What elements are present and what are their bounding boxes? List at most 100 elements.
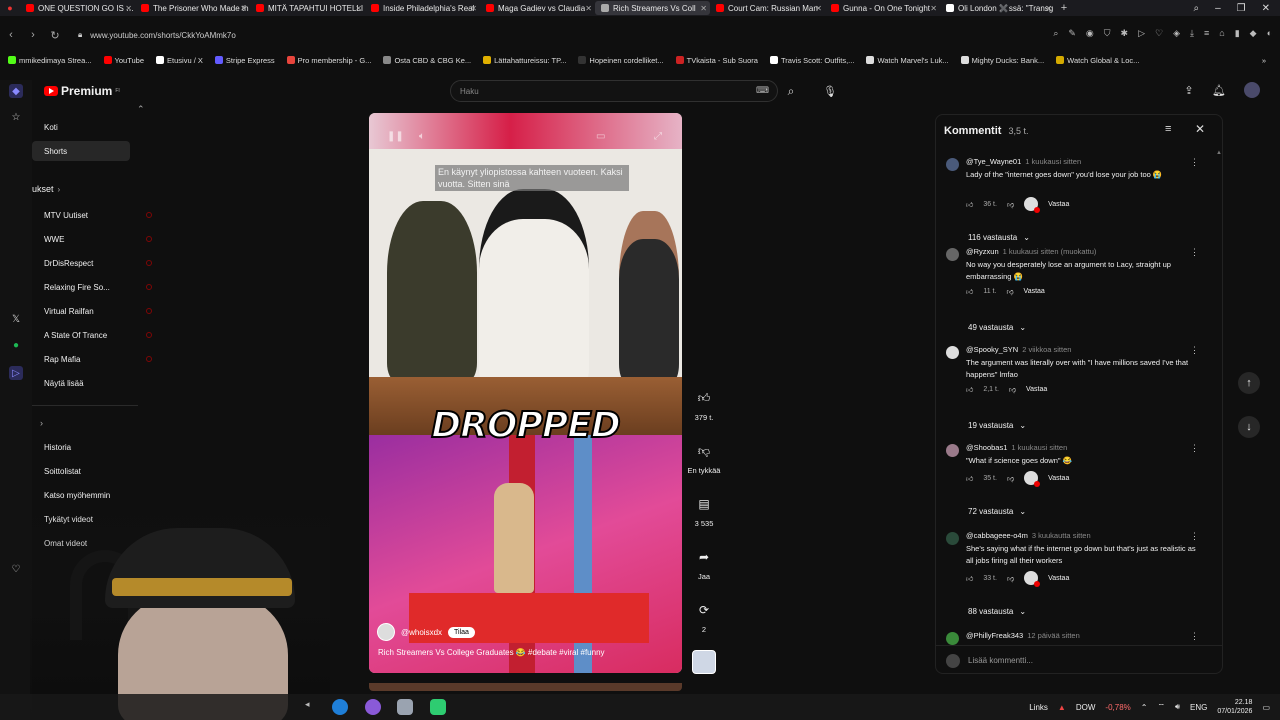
like-button[interactable]: 👍︎ 379 t. bbox=[684, 385, 724, 423]
sidebar-subscription[interactable]: DrDisRespect bbox=[32, 253, 152, 273]
tab-close-icon[interactable]: ✕ bbox=[815, 4, 822, 13]
sidebar-toggle-icon[interactable]: ▮ bbox=[1235, 28, 1240, 39]
comment-avatar[interactable] bbox=[946, 632, 959, 645]
thumbs-down-icon[interactable]: 👎︎ bbox=[1007, 474, 1014, 483]
tab-close-icon[interactable]: ✕ bbox=[355, 4, 362, 13]
url-field[interactable]: 🔒︎ www.youtube.com/shorts/CkkYoAMmk7o bbox=[78, 29, 1198, 41]
sound-thumbnail[interactable] bbox=[692, 650, 716, 674]
heart-icon[interactable]: ♡ bbox=[1155, 28, 1163, 39]
x-icon[interactable]: 𝕏 bbox=[9, 312, 23, 326]
replies-toggle[interactable]: 116 vastausta ⌄ bbox=[968, 233, 1030, 242]
reply-button[interactable]: Vastaa bbox=[1048, 201, 1069, 208]
sidebar-library-item[interactable]: Soittolistat bbox=[32, 461, 130, 481]
captions-icon[interactable]: ▭ bbox=[596, 131, 605, 142]
short-video-player[interactable]: ❚❚ 🔈︎ ▭ ⤢ En käynyt yliopistossa kahteen… bbox=[369, 113, 682, 673]
tab-close-icon[interactable]: ✕ bbox=[930, 4, 937, 13]
bookmarks-overflow-icon[interactable]: » bbox=[1262, 56, 1266, 65]
bookmark-item[interactable]: Watch Global & Loc... bbox=[1056, 56, 1139, 65]
reply-button[interactable]: Vastaa bbox=[1026, 386, 1047, 393]
ticker-name[interactable]: DOW bbox=[1076, 703, 1096, 712]
upload-button[interactable]: ⇪ bbox=[1181, 82, 1197, 98]
bookmark-item[interactable]: Stripe Express bbox=[214, 56, 275, 65]
search-button[interactable]: ⌕ bbox=[778, 80, 804, 102]
comments-button[interactable]: ▤ 3 535 bbox=[684, 491, 724, 528]
comment-avatar[interactable] bbox=[946, 248, 959, 261]
download-icon[interactable]: ⤓ bbox=[1190, 28, 1194, 39]
volume-icon[interactable]: 🔈︎ bbox=[419, 131, 425, 142]
fullscreen-icon[interactable]: ⤢ bbox=[654, 131, 662, 142]
thumbs-down-icon[interactable]: 👎︎ bbox=[1006, 287, 1013, 296]
new-tab-button[interactable]: + bbox=[1055, 2, 1073, 14]
tab-close-icon[interactable]: ✕ bbox=[585, 4, 592, 13]
bookmark-item[interactable]: Travis Scott: Outfits,... bbox=[769, 56, 854, 65]
channel-name[interactable]: @whoisxdx bbox=[401, 628, 442, 637]
share-button[interactable]: ➦ Jaa bbox=[684, 544, 724, 581]
more-options-icon[interactable]: ⋮ bbox=[1190, 345, 1199, 356]
browser-tab[interactable]: Maga Gadiev vs Claudia ✕ bbox=[480, 1, 595, 15]
extension-icon[interactable]: ✱ bbox=[1121, 28, 1129, 39]
opera-icon[interactable] bbox=[365, 699, 381, 715]
tab-close-icon[interactable]: ✕ bbox=[700, 4, 707, 13]
wallet-icon[interactable]: ⌂ bbox=[1219, 28, 1224, 39]
sidebar-subscription[interactable]: A State Of Trance bbox=[32, 325, 152, 345]
tray-chevron-icon[interactable]: ⌃ bbox=[1141, 703, 1148, 712]
bookmark-item[interactable]: Pro membership - G... bbox=[286, 56, 371, 65]
shield-icon[interactable]: ⛉ bbox=[1104, 28, 1111, 39]
heart-icon[interactable]: ♡ bbox=[9, 562, 23, 576]
reload-button[interactable]: ↻ bbox=[44, 29, 66, 42]
tab-close-icon[interactable]: ✕ bbox=[1045, 4, 1052, 13]
thumbs-up-icon[interactable]: 👍︎ bbox=[966, 287, 973, 296]
tab-close-icon[interactable]: ✕ bbox=[240, 4, 247, 13]
sidebar-subscription[interactable]: Virtual Railfan bbox=[32, 301, 152, 321]
play-icon[interactable]: ▷ bbox=[1138, 28, 1145, 39]
bookmark-item[interactable]: YouTube bbox=[103, 56, 144, 65]
bookmark-item[interactable]: Mighty Ducks: Bank... bbox=[960, 56, 1044, 65]
bookmark-item[interactable]: Osta CBD & CBG Ke... bbox=[383, 56, 471, 65]
maximize-button[interactable]: ❐ bbox=[1237, 3, 1246, 14]
keyboard-icon[interactable]: ⌨ bbox=[756, 85, 769, 96]
sidebar-item-shorts[interactable]: Shorts bbox=[32, 141, 130, 161]
spotify-icon[interactable]: ● bbox=[9, 338, 23, 352]
bookmark-item[interactable]: mmikedimaya Strea... bbox=[8, 56, 92, 65]
menu-icon[interactable]: ≡ bbox=[1204, 28, 1209, 39]
clock[interactable]: 22.18 07/01/2026 bbox=[1217, 698, 1252, 716]
browser-tab[interactable]: Oli London ✖️ssä: "Transg ✕ bbox=[940, 1, 1055, 15]
search-tabs-icon[interactable]: ⌕ bbox=[1193, 3, 1199, 14]
chat-app-icon[interactable] bbox=[430, 699, 446, 715]
you-header[interactable]: › bbox=[40, 418, 43, 428]
thumbs-down-icon[interactable]: 👎︎ bbox=[1007, 200, 1014, 209]
assistant-icon[interactable]: ◐ bbox=[1267, 28, 1272, 39]
star-icon[interactable]: ☆ bbox=[9, 110, 23, 124]
comment-author[interactable]: @Ryzxun bbox=[966, 247, 999, 256]
reply-button[interactable]: Vastaa bbox=[1024, 288, 1045, 295]
more-options-icon[interactable]: ⋮ bbox=[1190, 157, 1199, 168]
browser-tab[interactable]: Rich Streamers Vs Coll ✕ bbox=[595, 1, 710, 15]
camera-icon[interactable]: ◉ bbox=[1086, 28, 1094, 39]
voice-search-button[interactable]: 🎙︎ bbox=[819, 80, 841, 102]
sidebar-subscription[interactable]: Rap Mafia bbox=[32, 349, 152, 369]
browser-tab[interactable]: The Prisoner Who Made th ✕ bbox=[135, 1, 250, 15]
close-icon[interactable]: ✕ bbox=[1195, 122, 1205, 136]
player-icon[interactable]: ▷ bbox=[9, 366, 23, 380]
taskbar-arrow-icon[interactable]: ◂ bbox=[305, 699, 315, 715]
youtube-premium-logo[interactable]: Premium FI bbox=[44, 84, 120, 98]
bookmark-item[interactable]: Etusivu / X bbox=[156, 56, 203, 65]
tab-close-icon[interactable]: ✕ bbox=[470, 4, 477, 13]
avatar[interactable] bbox=[1244, 82, 1260, 98]
comment-author[interactable]: @Tye_Wayne01 bbox=[966, 157, 1021, 166]
subscriptions-header[interactable]: ukset › bbox=[32, 184, 60, 194]
edit-icon[interactable]: ✎ bbox=[1068, 28, 1076, 39]
browser-tab[interactable]: ONE QUESTION GO IS BA ✕ bbox=[20, 1, 135, 15]
replies-toggle[interactable]: 88 vastausta ⌄ bbox=[968, 607, 1026, 616]
tab-close-icon[interactable]: ✕ bbox=[125, 4, 132, 13]
search-input[interactable]: Haku ⌨ bbox=[450, 80, 778, 102]
sidebar-item-koti[interactable]: Koti bbox=[32, 117, 130, 137]
more-options-icon[interactable]: ⋮ bbox=[1190, 531, 1199, 542]
browser-tab[interactable]: MITÄ TAPAHTUI HOTELLI ✕ bbox=[250, 1, 365, 15]
thumbs-down-icon[interactable]: 👎︎ bbox=[1009, 385, 1016, 394]
collapse-chevron-icon[interactable]: ⌃ bbox=[137, 104, 145, 115]
sidebar-subscription[interactable]: Näytä lisää bbox=[32, 373, 130, 393]
thumbs-up-icon[interactable]: 👍︎ bbox=[966, 474, 973, 483]
dislike-button[interactable]: 👎︎ En tykkää bbox=[684, 438, 724, 476]
remix-button[interactable]: ⟳ 2 bbox=[684, 597, 724, 634]
